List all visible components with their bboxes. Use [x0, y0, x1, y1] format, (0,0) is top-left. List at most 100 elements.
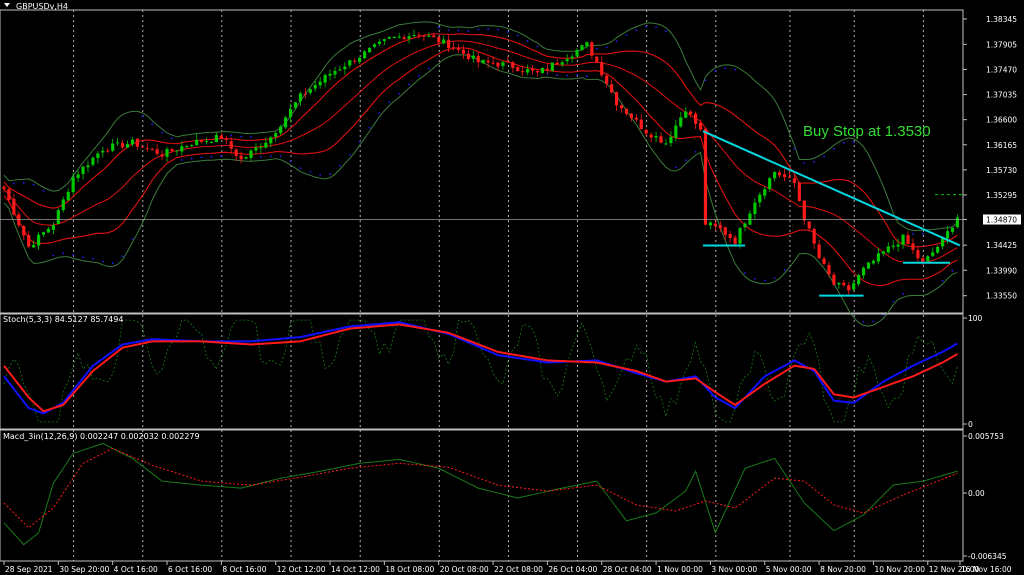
psar-dot [447, 29, 450, 32]
candle-body [698, 122, 703, 130]
candle-body [81, 166, 85, 175]
candle-body [540, 68, 545, 73]
candle-body [51, 225, 55, 230]
psar-dot [526, 39, 529, 42]
candle-body [343, 66, 347, 70]
candle-body [595, 56, 599, 62]
candle-body [145, 148, 149, 150]
candle-body [842, 282, 846, 286]
candle-body [392, 36, 396, 38]
candle-body [313, 85, 317, 89]
stochastic-tick-label: 0 [968, 420, 973, 429]
candle-body [876, 253, 880, 262]
psar-dot [655, 26, 657, 29]
time-tick-label: 6 Oct 16:00 [168, 565, 212, 574]
candle-body [120, 143, 125, 148]
psar-dot [842, 141, 845, 144]
psar-dot [171, 137, 173, 140]
candle-body [861, 267, 866, 276]
candle-body [610, 84, 614, 93]
candle-body [664, 143, 668, 145]
candle-body [363, 51, 367, 59]
candle-body [269, 137, 273, 144]
candle-body [323, 74, 327, 83]
psar-dot [259, 156, 262, 158]
candle-body [501, 62, 505, 66]
psar-dot [516, 34, 519, 37]
psar-dot [339, 164, 341, 167]
psar-dot [892, 300, 895, 303]
psar-dot [299, 167, 302, 170]
price-tick-label: 1.37035 [986, 91, 1017, 100]
price-tick-label: 1.37470 [986, 65, 1017, 74]
candle-body [298, 93, 302, 102]
candle-body [713, 223, 717, 226]
psar-dot [734, 68, 737, 71]
candle-body [348, 60, 352, 66]
psar-dot [615, 40, 618, 43]
candle-body [437, 37, 441, 43]
candle-body [56, 210, 60, 224]
candle-body [733, 237, 737, 244]
candle-body [708, 222, 713, 226]
candle-body [743, 223, 747, 228]
candle-body [684, 111, 688, 118]
candle-body [619, 105, 624, 109]
candle-body [866, 262, 871, 269]
buy-stop-annotation[interactable]: Buy Stop at 1.3530 [803, 123, 931, 140]
candle-body [812, 229, 816, 244]
psar-dot [783, 269, 786, 271]
candle-body [886, 246, 890, 253]
price-tick-label: 1.33990 [986, 266, 1017, 275]
candle-body [857, 275, 861, 285]
macd-tick-label: 0.005753 [968, 432, 1004, 441]
trading-chart[interactable]: 1.38345 1.37905 1.37470 1.37035 1.36600 1.361… [0, 0, 1024, 575]
candle-body [471, 55, 475, 59]
candle-body [91, 157, 95, 165]
psar-dot [477, 28, 480, 31]
psar-dot [230, 134, 233, 137]
candle-body [442, 39, 446, 44]
candle-body [76, 174, 80, 179]
candle-body [190, 145, 194, 147]
candle-body [955, 217, 960, 228]
psar-dot [684, 159, 687, 162]
psar-dot [358, 140, 361, 143]
candle-body [130, 139, 135, 145]
psar-dot [645, 25, 648, 28]
candle-body [916, 249, 920, 259]
candle-body [728, 233, 732, 238]
psar-dot [22, 181, 25, 184]
psar-dot [576, 74, 578, 76]
candle-body [155, 149, 159, 154]
psar-dot [161, 131, 163, 134]
candle-body [605, 75, 609, 84]
price-tick-label: 1.34425 [986, 241, 1017, 250]
candle-body [377, 41, 382, 44]
psar-dot [665, 30, 667, 33]
candle-body [674, 125, 678, 138]
psar-dot [418, 74, 420, 77]
candle-body [718, 225, 722, 229]
candle-body [679, 117, 683, 127]
candle-body [481, 59, 485, 64]
candle-body [659, 136, 663, 143]
psar-dot [220, 155, 223, 157]
candle-body [283, 117, 288, 128]
candle-body [644, 129, 648, 134]
candle-body [936, 247, 940, 253]
candle-body [274, 133, 278, 137]
psar-dot [833, 147, 835, 150]
psar-dot [82, 256, 84, 259]
candle-body [654, 136, 658, 138]
candle-body [797, 182, 801, 202]
psar-dot [388, 101, 391, 104]
candle-body [27, 235, 31, 247]
psar-dot [586, 75, 588, 78]
candle-body [822, 258, 826, 265]
stochastic-tick-label: 100 [968, 314, 983, 323]
psar-dot [141, 115, 144, 118]
psar-dot [437, 26, 440, 29]
psar-dot [121, 255, 124, 258]
price-tick-label: 1.36600 [986, 116, 1017, 125]
